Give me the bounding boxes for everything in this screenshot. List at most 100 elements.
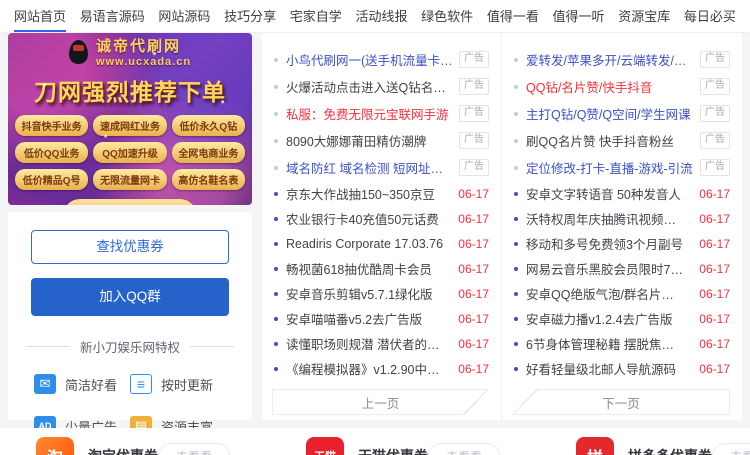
nav-item[interactable]: 网站首页 — [14, 0, 66, 32]
bullet-icon — [274, 192, 278, 196]
ad-link[interactable]: 火爆活动点击进入送Q钻名片赞 — [286, 77, 453, 96]
privileges-title: 新小刀娱乐网特权 — [8, 337, 252, 356]
promo-banner[interactable]: 诚帝代刷网 www.ucxada.cn 刀网强烈推荐下单 抖音快手业务速成网红业… — [8, 33, 252, 205]
ad-link[interactable]: 私服：免费无限元宝联网手游 — [286, 104, 453, 123]
ad-row[interactable]: 定位修改-打卡-直播-游戏-引流 广告 — [512, 154, 730, 181]
list-item[interactable]: Readiris Corporate 17.03.76 06-17 — [272, 231, 489, 256]
item-date: 06-17 — [458, 312, 489, 326]
ad-link[interactable]: QQ钻/名片赞/快手抖音 — [526, 77, 694, 96]
item-link[interactable]: 畅视菌618抽优酷周卡会员 — [286, 259, 444, 278]
list-item[interactable]: 农业银行卡40充值50元话费 06-17 — [272, 206, 489, 231]
nav-item[interactable]: 易语言源码 — [80, 0, 145, 32]
nav-item[interactable]: 资源宝库 — [618, 0, 670, 32]
item-date: 06-17 — [699, 237, 730, 251]
banner-site-name: 诚帝代刷网 — [96, 35, 191, 56]
ad-link[interactable]: 刷QQ名片赞 快手抖音粉丝 — [526, 131, 694, 150]
nav-item[interactable]: 技巧分享 — [224, 0, 276, 32]
ad-row[interactable]: 私服：免费无限元宝联网手游 广告 — [272, 100, 489, 127]
prev-page-button[interactable]: 上一页 — [272, 389, 489, 415]
list-item[interactable]: 网易云音乐黑胶会员限时79/年 06-17 — [512, 256, 730, 281]
bullet-icon — [274, 112, 278, 116]
list-item[interactable]: 好看轻量级北邮人导航源码 06-17 — [512, 356, 730, 381]
bullet-icon — [274, 292, 278, 296]
nav-item[interactable]: 宅家自学 — [290, 0, 342, 32]
item-link[interactable]: 网易云音乐黑胶会员限时79/年 — [526, 259, 685, 278]
join-qq-group-button[interactable]: 加入QQ群 — [31, 278, 229, 316]
list-item[interactable]: 安卓QQ绝版气泡/群名片助手 06-17 — [512, 281, 730, 306]
list-item[interactable]: 移动和多号免费领3个月副号 06-17 — [512, 231, 730, 256]
ad-row[interactable]: QQ钻/名片赞/快手抖音 广告 — [512, 73, 730, 100]
item-link[interactable]: 6节身体管理秘籍 摆脱焦虑疲惫 — [526, 334, 685, 353]
item-link[interactable]: Readiris Corporate 17.03.76 — [286, 237, 444, 251]
item-link[interactable]: 安卓磁力播v1.2.4去广告版 — [526, 309, 685, 328]
item-link[interactable]: 京东大作战抽150~350京豆 — [286, 184, 444, 203]
list-item[interactable]: 畅视菌618抽优酷周卡会员 06-17 — [272, 256, 489, 281]
banner-service-pill: QQ加速升级 — [93, 142, 166, 163]
ad-row[interactable]: 刷QQ名片赞 快手抖音粉丝 广告 — [512, 127, 730, 154]
item-link[interactable]: 沃特权周年庆抽腾讯视频月卡 — [526, 209, 685, 228]
bullet-icon — [514, 292, 518, 296]
item-link[interactable]: 移动和多号免费领3个月副号 — [526, 234, 685, 253]
ad-link[interactable]: 定位修改-打卡-直播-游戏-引流 — [526, 158, 694, 177]
ad-row[interactable]: 8090大娜娜莆田精仿潮牌 广告 — [272, 127, 489, 154]
nav-item[interactable]: 网站源码 — [158, 0, 210, 32]
go-see-button[interactable]: 去看看 — [158, 443, 230, 455]
mail-icon: ✉ — [34, 374, 56, 394]
bullet-icon — [514, 267, 518, 271]
go-see-button[interactable]: 去看看 — [712, 443, 750, 455]
list-item[interactable]: 京东大作战抽150~350京豆 06-17 — [272, 181, 489, 206]
banner-service-pill: 低价永久Q钻 — [172, 115, 245, 136]
listings-card: 小鸟代刷网一(送手机流量卡+收代理) 广告 火爆活动点击进入送Q钻名片赞 广告 … — [262, 33, 742, 420]
item-link[interactable]: 安卓喵喵番v5.2去广告版 — [286, 309, 444, 328]
ad-badge: 广告 — [459, 78, 489, 95]
ad-row[interactable]: 爱转发/苹果多开/云端转发/秒抢 广告 — [512, 46, 730, 73]
ad-link[interactable]: 爱转发/苹果多开/云端转发/秒抢 — [526, 50, 694, 69]
item-link[interactable]: 《编程模拟器》v1.2.90中文版 — [286, 359, 444, 378]
banner-brand-row: 诚帝代刷网 www.ucxada.cn — [8, 33, 252, 68]
item-date: 06-17 — [699, 187, 730, 201]
item-link[interactable]: 安卓文字转语音 50种发音人 — [526, 184, 685, 203]
ad-link[interactable]: 主打Q钻/Q赞/Q空间/学生网课 — [526, 104, 694, 123]
coupon-card: 拼 拼多多优惠券 去看看 — [540, 428, 750, 455]
item-link[interactable]: 读懂职场则规潜 潜伏者的上位秘诀 — [286, 334, 444, 353]
sidebar-card: 查找优惠券 加入QQ群 新小刀娱乐网特权 ✉ 简洁好看 ≡ 按时更新 AD 少量… — [8, 212, 252, 420]
list-item[interactable]: 6节身体管理秘籍 摆脱焦虑疲惫 06-17 — [512, 331, 730, 356]
ad-link[interactable]: 域名防红 域名检测 短网址生成 — [286, 158, 453, 177]
ad-row[interactable]: 火爆活动点击进入送Q钻名片赞 广告 — [272, 73, 489, 100]
bullet-icon — [514, 85, 518, 89]
ad-row[interactable]: 域名防红 域名检测 短网址生成 广告 — [272, 154, 489, 181]
item-link[interactable]: 安卓音乐剪辑v5.7.1绿化版 — [286, 284, 444, 303]
item-link[interactable]: 农业银行卡40充值50元话费 — [286, 209, 444, 228]
banner-service-pills: 抖音快手业务速成网红业务低价永久Q钻低价QQ业务QQ加速升级全网电商业务低价精品… — [8, 115, 252, 190]
bullet-icon — [274, 317, 278, 321]
ad-row[interactable]: 主打Q钻/Q赞/Q空间/学生网课 广告 — [512, 100, 730, 127]
banner-headline: 刀网强烈推荐下单 — [8, 73, 252, 107]
bullet-icon — [274, 342, 278, 346]
item-link[interactable]: 安卓QQ绝版气泡/群名片助手 — [526, 284, 685, 303]
list-item[interactable]: 《编程模拟器》v1.2.90中文版 06-17 — [272, 356, 489, 381]
list-item[interactable]: 安卓文字转语音 50种发音人 06-17 — [512, 181, 730, 206]
list-item[interactable]: 安卓磁力播v1.2.4去广告版 06-17 — [512, 306, 730, 331]
nav-item[interactable]: 绿色软件 — [421, 0, 473, 32]
banner-site-url: www.ucxada.cn — [96, 56, 191, 68]
taobao-icon: 淘 — [36, 437, 74, 455]
nav-item[interactable]: 活动线报 — [355, 0, 407, 32]
banner-service-pill: 高仿名鞋名表 — [172, 169, 245, 190]
list-item[interactable]: 读懂职场则规潜 潜伏者的上位秘诀 06-17 — [272, 331, 489, 356]
ad-link[interactable]: 小鸟代刷网一(送手机流量卡+收代理) — [286, 50, 453, 69]
next-page-button[interactable]: 下一页 — [512, 389, 730, 415]
nav-item[interactable]: 值得一听 — [553, 0, 605, 32]
nav-item[interactable]: 值得一看 — [487, 0, 539, 32]
bullet-icon — [274, 217, 278, 221]
ad-row[interactable]: 小鸟代刷网一(送手机流量卡+收代理) 广告 — [272, 46, 489, 73]
banner-cta-button[interactable]: 点我进入 — [63, 199, 197, 205]
find-coupon-button[interactable]: 查找优惠券 — [31, 230, 229, 264]
list-item[interactable]: 安卓音乐剪辑v5.7.1绿化版 06-17 — [272, 281, 489, 306]
list-item[interactable]: 沃特权周年庆抽腾讯视频月卡 06-17 — [512, 206, 730, 231]
go-see-button[interactable]: 去看看 — [428, 443, 500, 455]
feature-grid: ✉ 简洁好看 ≡ 按时更新 AD 少量广告 ▤ 资源丰富 — [8, 360, 252, 436]
list-item[interactable]: 安卓喵喵番v5.2去广告版 06-17 — [272, 306, 489, 331]
nav-item[interactable]: 每日必买 — [684, 0, 736, 32]
item-link[interactable]: 好看轻量级北邮人导航源码 — [526, 359, 685, 378]
ad-link[interactable]: 8090大娜娜莆田精仿潮牌 — [286, 131, 453, 150]
